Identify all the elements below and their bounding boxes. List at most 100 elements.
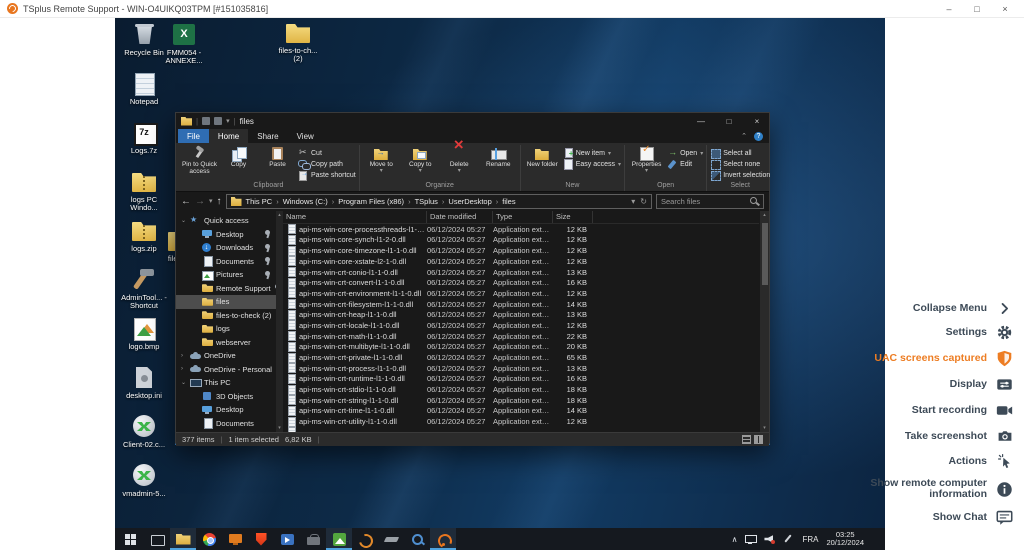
expander-icon[interactable]: ⌄ xyxy=(181,217,187,224)
ribbon-button[interactable]: Paste xyxy=(259,145,296,181)
forward-button[interactable]: → xyxy=(195,197,205,207)
thumbnail-view-button[interactable] xyxy=(754,435,763,444)
nav-item[interactable]: › OneDrive xyxy=(176,349,276,363)
desktop-icon[interactable]: Notepad xyxy=(121,71,167,120)
nav-item[interactable]: logs xyxy=(176,322,276,336)
image-viewer-icon[interactable] xyxy=(326,528,352,550)
breadcrumb-segment[interactable]: files xyxy=(492,197,516,206)
clock[interactable]: 03:25 20/12/2024 xyxy=(826,531,864,548)
ribbon-button[interactable]: Cut xyxy=(298,148,356,158)
nav-item[interactable]: Downloads xyxy=(176,241,276,255)
column-header-modified[interactable]: Date modified xyxy=(427,211,493,223)
breadcrumb-segment[interactable]: TSplus xyxy=(404,197,438,206)
nav-scrollbar[interactable]: ▴▾ xyxy=(276,211,283,432)
ribbon-button[interactable]: Pin to Quick access xyxy=(181,145,218,181)
desktop-icon[interactable]: logs PC Windo... xyxy=(121,169,167,218)
ribbon-button[interactable]: Copy to ▾ xyxy=(402,145,439,181)
desktop-icon[interactable]: AdminTool... - Shortcut xyxy=(121,267,167,316)
file-row[interactable]: api-ms-win-crt-stdio-l1-1-0.dll 06/12/20… xyxy=(283,384,759,395)
up-button[interactable]: ↑ xyxy=(217,197,222,207)
column-header-type[interactable]: Type xyxy=(493,211,553,223)
ribbon-tab[interactable]: File xyxy=(178,129,209,143)
utility-icon[interactable] xyxy=(378,528,404,550)
maximize-button[interactable]: □ xyxy=(971,4,983,14)
search-icon[interactable] xyxy=(750,197,759,206)
file-row[interactable]: api-ms-win-crt-private-l1-1-0.dll 06/12/… xyxy=(283,352,759,363)
close-button[interactable]: × xyxy=(999,4,1011,14)
language-indicator[interactable]: FRA xyxy=(802,535,818,544)
ribbon-button[interactable]: Rename xyxy=(480,145,517,181)
ribbon-button[interactable]: New item ▾ xyxy=(563,148,621,158)
file-row[interactable]: api-ms-win-crt-conio-l1-1-0.dll 06/12/20… xyxy=(283,267,759,278)
start-icon[interactable] xyxy=(118,528,144,550)
file-row[interactable]: api-ms-win-core-processthreads-l1-1-1.dl… xyxy=(283,224,759,235)
refresh-icon[interactable]: ↻ xyxy=(640,197,647,206)
nav-item[interactable]: Remote Support xyxy=(176,282,276,296)
breadcrumb-segment[interactable]: This PC xyxy=(246,197,273,206)
nav-item[interactable]: Documents xyxy=(176,417,276,431)
chevron-down-icon[interactable]: ▾ xyxy=(226,117,230,125)
volume-muted-icon[interactable] xyxy=(764,534,775,544)
file-row[interactable]: api-ms-win-crt-utility-l1-1-0.dll 06/12/… xyxy=(283,416,759,427)
ribbon-tab[interactable]: Home xyxy=(209,129,248,143)
expander-icon[interactable]: › xyxy=(181,366,187,372)
file-row[interactable]: api-ms-win-crt-filesystem-l1-1-0.dll 06/… xyxy=(283,299,759,310)
desktop-icon[interactable]: Logs.7z xyxy=(121,120,167,169)
file-explorer-icon[interactable] xyxy=(170,528,196,550)
search-tool-icon[interactable] xyxy=(404,528,430,550)
nav-item[interactable]: ⌄ Quick access xyxy=(176,214,276,228)
desktop-icon[interactable]: vmadmin-5... xyxy=(121,463,167,512)
file-row[interactable]: api-ms-win-core-timezone-l1-1-0.dll 06/1… xyxy=(283,245,759,256)
breadcrumb-segment[interactable]: Program Files (x86) xyxy=(328,197,404,206)
quick-access-toolbar-icon[interactable] xyxy=(214,117,222,125)
breadcrumb[interactable]: This PC Windows (C:) Program Files (x86)… xyxy=(226,194,652,209)
back-button[interactable]: ← xyxy=(181,197,191,207)
show-chat-button[interactable]: Show Chat xyxy=(933,509,1014,526)
collapse-ribbon-icon[interactable]: ⌃ xyxy=(741,132,747,140)
file-row[interactable]: api-ms-win-crt-locale-l1-1-0.dll 06/12/2… xyxy=(283,320,759,331)
file-row[interactable]: api-ms-win-crt-environment-l1-1-0.dll 06… xyxy=(283,288,759,299)
remote-support-icon[interactable] xyxy=(430,528,456,550)
nav-item[interactable]: ⌄ This PC xyxy=(176,376,276,390)
file-row[interactable]: api-ms-win-crt-heap-l1-1-0.dll 06/12/202… xyxy=(283,309,759,320)
breadcrumb-segment[interactable]: Windows (C:) xyxy=(272,197,328,206)
details-view-button[interactable] xyxy=(742,435,751,444)
desktop-icon[interactable]: files-to-ch... (2) xyxy=(275,20,321,63)
quick-access-toolbar-icon[interactable] xyxy=(202,117,210,125)
nav-item[interactable]: Desktop xyxy=(176,403,276,417)
chrome-icon[interactable] xyxy=(196,528,222,550)
display-button[interactable]: Display xyxy=(950,376,1014,393)
ribbon-button[interactable]: Edit xyxy=(667,159,703,169)
ribbon-button[interactable]: Invert selection xyxy=(710,170,770,180)
brave-icon[interactable] xyxy=(248,528,274,550)
collapse-menu-button[interactable]: Collapse Menu xyxy=(913,302,1014,315)
nav-item[interactable]: Pictures xyxy=(176,268,276,282)
file-row[interactable]: api-ms-win-core-xstate-l2-1-0.dll 06/12/… xyxy=(283,256,759,267)
actions-button[interactable]: Actions xyxy=(948,453,1014,469)
file-row[interactable]: api-ms-win-crt-string-l1-1-0.dll 06/12/2… xyxy=(283,395,759,406)
file-row[interactable]: api-ms-win-crt-math-l1-1-0.dll 06/12/202… xyxy=(283,331,759,342)
ribbon-button[interactable]: Select all xyxy=(710,148,770,158)
ribbon-button[interactable]: Copy path xyxy=(298,159,356,169)
search-input[interactable] xyxy=(661,197,750,206)
expander-icon[interactable]: ⌄ xyxy=(181,379,187,386)
desktop-icon[interactable]: desktop.ini xyxy=(121,365,167,414)
ribbon-button[interactable]: Delete ▾ xyxy=(441,145,478,181)
ribbon-button[interactable]: New folder xyxy=(524,145,561,181)
minimize-button[interactable]: – xyxy=(943,4,955,14)
ribbon-tab[interactable]: Share xyxy=(248,129,287,143)
column-header-size[interactable]: Size xyxy=(553,211,593,223)
settings-button[interactable]: Settings xyxy=(946,324,1014,341)
nav-item[interactable]: files xyxy=(176,295,276,309)
nav-item[interactable]: webserver xyxy=(176,336,276,350)
ribbon-button[interactable]: Move to ▾ xyxy=(363,145,400,181)
nav-item[interactable]: › OneDrive - Personal xyxy=(176,363,276,377)
ribbon-button[interactable]: Easy access ▾ xyxy=(563,159,621,169)
show-remote-computer-information-button[interactable]: Show remote computer information xyxy=(867,478,1014,500)
remote-desktop-icon[interactable] xyxy=(274,528,300,550)
explorer-maximize-button[interactable]: □ xyxy=(722,117,736,126)
scrollbar-thumb[interactable] xyxy=(762,223,768,285)
ribbon-button[interactable]: Open ▾ xyxy=(667,148,703,158)
file-row[interactable]: api-ms-win-crt-convert-l1-1-0.dll 06/12/… xyxy=(283,277,759,288)
ribbon-button[interactable]: Select none xyxy=(710,159,770,169)
